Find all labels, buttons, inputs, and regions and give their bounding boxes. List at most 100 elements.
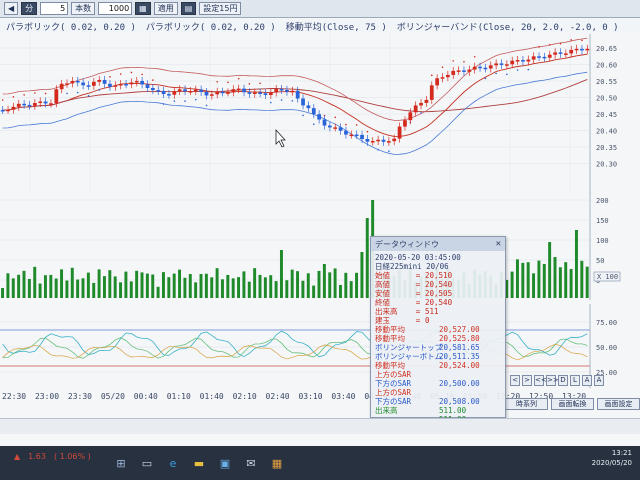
sar-dot — [141, 73, 143, 76]
candle-body — [209, 94, 214, 96]
candle-body — [204, 91, 209, 96]
legend-moving-average[interactable]: 移動平均(Close, 75 ) — [286, 20, 387, 33]
ohlc-row: 始値 = 20,510 — [375, 271, 501, 280]
indicator-row: 上方のSAR — [375, 370, 501, 379]
clock-date: 2020/05/20 — [591, 459, 632, 467]
legend-parabolic-1[interactable]: パラボリック( 0.02, 0.20 ) — [6, 20, 136, 33]
indicator-key: 下方のSAR — [375, 397, 412, 406]
file-explorer-icon[interactable]: ▬ — [188, 452, 210, 474]
scroll-end-button[interactable]: >> — [546, 374, 559, 386]
scroll-right-button[interactable]: > — [522, 374, 532, 386]
candle-body — [317, 114, 322, 120]
volume-bar — [70, 267, 74, 298]
candle-body — [531, 56, 536, 60]
scroll-left-button[interactable]: < — [510, 374, 520, 386]
data-window-datetime: 2020-05-20 03:45:00 — [375, 253, 461, 262]
data-window[interactable]: データウィンドウ ✕ 2020-05-20 03:45:00 日経225mini… — [370, 236, 506, 424]
sar-dot — [270, 101, 272, 104]
volume-bar — [140, 272, 144, 298]
volume-bar — [156, 286, 160, 298]
nav-back-button[interactable]: ◀ — [4, 2, 19, 15]
data-window-title: データウィンドウ — [375, 239, 439, 249]
candle-body — [574, 48, 579, 51]
sar-dot — [184, 100, 186, 102]
close-icon[interactable]: ✕ — [496, 239, 501, 249]
time-tick-label: 22:30 — [2, 392, 27, 401]
volume-bar — [178, 269, 182, 298]
candle-body — [59, 83, 64, 90]
sar-dot — [130, 71, 133, 74]
timeseries-button[interactable]: 時系列 — [505, 398, 548, 410]
bars-count-input[interactable]: 1000 — [98, 2, 133, 15]
legend-parabolic-2[interactable]: パラボリック( 0.02, 0.20 ) — [146, 20, 276, 33]
mode-button[interactable]: 分 — [21, 2, 38, 15]
volume-bar — [542, 263, 546, 298]
volume-bar — [333, 268, 337, 298]
system-clock[interactable]: 13:21 2020/05/20 — [592, 448, 632, 468]
grid-icon[interactable]: ▤ — [180, 2, 197, 15]
line-view-button[interactable]: L — [570, 374, 580, 386]
task-view-icon[interactable]: ▭ — [136, 452, 158, 474]
extra-setting-button[interactable]: 設定15円 — [199, 2, 242, 15]
volume-chart[interactable]: 200150100500 X 100 — [0, 192, 640, 300]
chart-toolbar: ◀ 分 5 本数 1000 ▦ 適用 ▤ 設定15円 — [0, 0, 640, 18]
time-tick-label: 01:40 — [199, 392, 224, 401]
screen-switch-button[interactable]: 画面転換 — [551, 398, 594, 410]
data-window-titlebar[interactable]: データウィンドウ ✕ — [371, 237, 505, 251]
price-tick-label: 20.35 — [596, 144, 617, 152]
candle-body — [54, 89, 59, 104]
sar-dot — [23, 94, 25, 96]
volume-bar — [194, 282, 198, 298]
indicator-legend: パラボリック( 0.02, 0.20 ) パラボリック( 0.02, 0.20 … — [0, 19, 640, 33]
candle-body — [451, 70, 456, 75]
edge-browser-icon[interactable]: e — [162, 452, 184, 474]
candle-body — [236, 88, 241, 91]
candle-body — [113, 85, 118, 87]
price-chart[interactable]: 20.65 20.60 20.55 20.50 20.45 20.40 20.35 20.30 — [0, 34, 640, 194]
indicator-value: 20,527.00 — [439, 325, 480, 334]
period-input[interactable]: 5 — [40, 2, 69, 15]
sar-dot — [216, 80, 219, 83]
candle-body — [22, 103, 27, 106]
store-icon[interactable]: ▣ — [214, 452, 236, 474]
candle-body — [478, 66, 482, 69]
volume-bar — [237, 277, 241, 298]
chart-type-icon[interactable]: ▦ — [135, 2, 151, 15]
volume-bar — [510, 271, 514, 298]
font-down-button[interactable]: A — [594, 374, 604, 386]
candle-body — [231, 89, 236, 93]
sar-dot — [538, 46, 540, 48]
candle-body — [295, 90, 300, 99]
scroll-start-button[interactable]: << — [534, 374, 547, 386]
volume-bar — [60, 269, 64, 298]
mail-icon[interactable]: ✉ — [240, 452, 262, 474]
sar-dot — [430, 74, 433, 77]
apply-button[interactable]: 適用 — [153, 2, 178, 15]
font-up-button[interactable]: A — [582, 374, 592, 386]
start-icon[interactable]: ⊞ — [110, 452, 132, 474]
candle-body — [569, 49, 574, 54]
indicator-row: ボリンジャートップ20,581.65 — [375, 343, 501, 352]
day-view-button[interactable]: D — [558, 374, 568, 386]
sar-dot — [334, 116, 337, 119]
candle-body — [11, 106, 16, 110]
candle-body — [338, 127, 343, 131]
candle-body — [75, 80, 80, 83]
legend-bollinger[interactable]: ボリンジャーバンド(Close, 20, 2.0, -2.0, 0 ) — [397, 20, 619, 33]
candle-body — [285, 89, 289, 92]
volume-bar — [145, 273, 149, 298]
candle-body — [349, 134, 354, 137]
mouse-cursor-icon — [275, 128, 286, 148]
trading-app-icon[interactable]: ▦ — [266, 452, 288, 474]
screen-settings-button[interactable]: 画面設定 — [597, 398, 640, 410]
bars-label-button[interactable]: 本数 — [71, 2, 96, 15]
price-tick-label: 20.55 — [596, 78, 617, 86]
candle-body — [499, 63, 504, 65]
volume-bar — [344, 272, 348, 298]
volume-bar — [526, 262, 530, 298]
ohlc-key: 出来高 — [375, 307, 398, 316]
candle-body — [102, 79, 107, 84]
sar-dot — [119, 73, 122, 75]
candle-body — [156, 90, 161, 92]
candle-body — [386, 141, 391, 143]
